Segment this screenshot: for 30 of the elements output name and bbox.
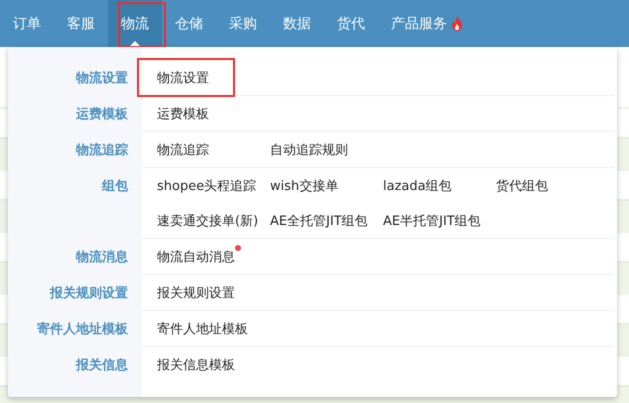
menu-link[interactable]: 自动追踪规则 — [270, 142, 348, 158]
menu-category: 物流追踪 — [74, 142, 129, 160]
menu-link[interactable]: 物流自动消息 — [157, 250, 235, 264]
menu-link[interactable]: 报关信息模板 — [157, 358, 235, 372]
menu-category: 寄件人地址模板 — [36, 320, 129, 339]
menu-category: 物流设置 — [74, 70, 129, 88]
menu-link[interactable]: 物流设置 — [157, 70, 209, 86]
nav-tab[interactable]: 订单 — [0, 0, 54, 47]
menu-category: 报关信息 — [74, 356, 129, 375]
menu-link[interactable]: shopee头程追踪 — [157, 178, 256, 194]
nav-tab[interactable]: 数据 — [270, 0, 324, 47]
menu-link[interactable]: AE半托管JIT组包 — [383, 214, 481, 228]
nav-tab[interactable]: 客服 — [54, 0, 108, 47]
menu-category: 物流消息 — [74, 248, 129, 267]
menu-link[interactable]: 速卖通交接单(新) — [157, 214, 258, 228]
menu-link[interactable]: 运费模板 — [157, 106, 209, 122]
menu-link[interactable]: wish交接单 — [270, 178, 338, 194]
menu-category: 报关规则设置 — [48, 284, 129, 303]
menu-category: 运费模板 — [75, 106, 129, 124]
menu-link[interactable]: 货代组包 — [496, 178, 548, 194]
menu-link[interactable]: lazada组包 — [383, 178, 452, 194]
menu-link[interactable]: 寄件人地址模板 — [157, 322, 248, 336]
menu-link[interactable]: AE全托管JIT组包 — [270, 214, 368, 228]
menu-link[interactable]: 报关规则设置 — [157, 286, 235, 300]
nav-tab[interactable]: 产品服务 — [378, 0, 476, 47]
menu-link[interactable]: 物流追踪 — [157, 142, 209, 158]
nav-tab[interactable]: 仓储 — [162, 0, 216, 47]
nav-tab[interactable]: 货代 — [324, 0, 378, 47]
menu-category: 组包 — [100, 178, 129, 196]
nav-tab[interactable]: 采购 — [216, 0, 270, 47]
